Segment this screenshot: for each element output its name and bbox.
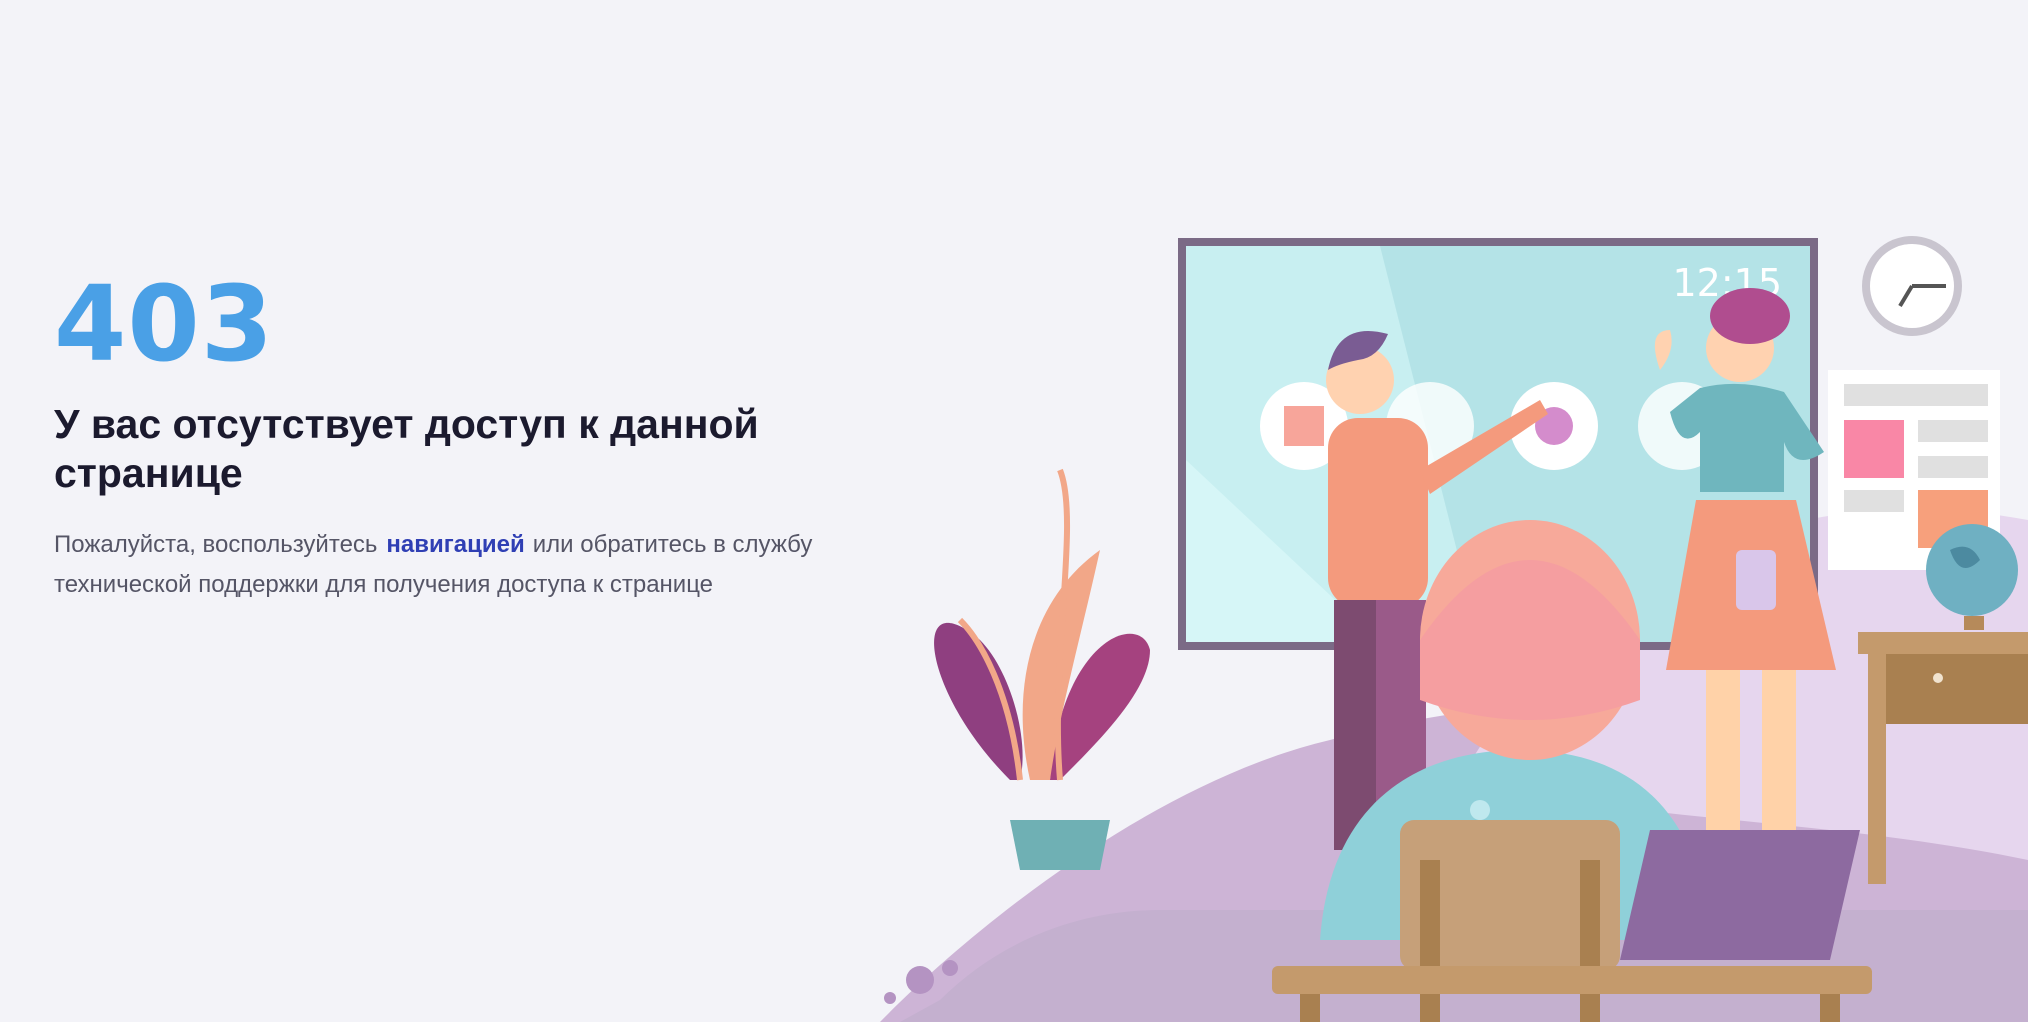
error-code: 403: [54, 263, 275, 385]
classroom-illustration: 12:15: [860, 220, 2028, 1022]
error-message: Пожалуйста, воспользуйтесь навигацией или …: [54, 525, 914, 605]
navigation-link[interactable]: навигацией: [386, 531, 524, 558]
plant-icon: [934, 468, 1150, 870]
laptop-icon: [1620, 830, 1860, 960]
chair-icon: [1720, 900, 1730, 910]
error-title: У вас отсутствует доступ к данной страни…: [54, 401, 759, 496]
error-message-before: Пожалуйста, воспользуйтесь: [54, 531, 378, 558]
error-block: 403 У вас отсутствует доступ к данной ст…: [54, 272, 954, 605]
clock-icon: [1862, 236, 1962, 336]
